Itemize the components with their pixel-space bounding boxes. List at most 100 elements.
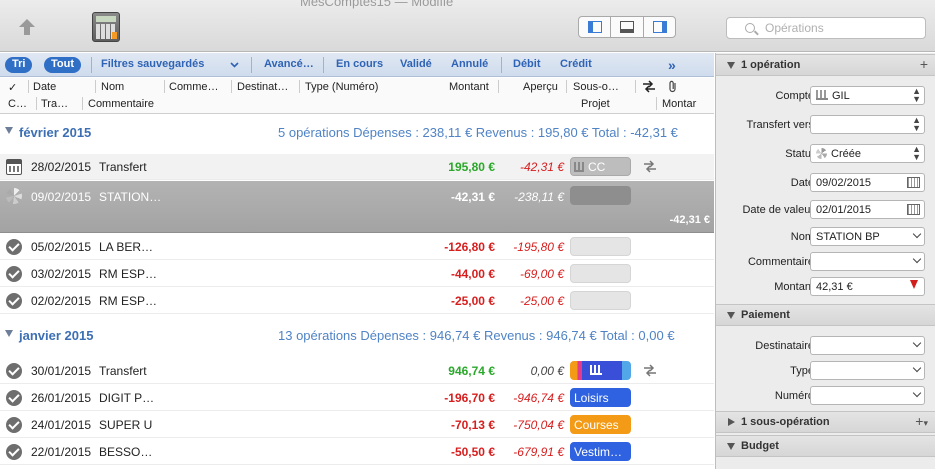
filter-debit[interactable]: Débit (513, 58, 541, 70)
chevron-down-icon[interactable] (230, 62, 239, 68)
up-down-arrows-icon: ▲ ▼ (912, 115, 921, 133)
chevron-down-icon[interactable] (912, 338, 922, 348)
chevron-down-icon[interactable] (912, 363, 922, 373)
bottom-panel-toggle[interactable] (611, 17, 644, 37)
category-badge[interactable]: CC (570, 157, 631, 176)
col-montant[interactable]: Montant (449, 81, 489, 93)
panel-bottom-icon (620, 21, 635, 33)
tri-button[interactable]: Tri (5, 57, 33, 73)
filter-credit[interactable]: Crédit (560, 58, 592, 70)
category-badge[interactable]: Courses (570, 415, 631, 434)
montant-field[interactable]: 42,31 € (810, 277, 925, 296)
filter-valide[interactable]: Validé (400, 58, 432, 70)
filter-annule[interactable]: Annulé (451, 58, 488, 70)
disclosure-triangle-icon[interactable] (728, 418, 735, 426)
right-panel-toggle[interactable] (644, 17, 675, 37)
disclosure-triangle-icon[interactable] (5, 127, 13, 134)
category-badge[interactable] (570, 237, 631, 256)
up-down-arrows-icon: ▲ ▼ (912, 144, 921, 162)
col-date[interactable]: Date (33, 81, 56, 93)
category-badge[interactable]: Vestim… (570, 442, 631, 461)
destinataire-combobox[interactable] (810, 336, 925, 355)
section-sous-operation-header[interactable]: 1 sous-opération +▾ (716, 411, 935, 433)
chevron-down-icon[interactable] (912, 229, 922, 239)
transfert-vers-select[interactable]: ▲ ▼ (810, 115, 925, 134)
calendar-icon[interactable] (907, 204, 920, 215)
status-validated-icon (6, 239, 22, 255)
table-row[interactable]: 05/02/2015 LA BER… -126,80 € -195,80 € (0, 234, 714, 260)
inspector-panel: 1 opération + Compte GIL ▲ ▼ Transfert ve… (715, 53, 935, 469)
col-transfert[interactable]: Tra… (41, 98, 68, 110)
group-header-janvier[interactable]: janvier 2015 13 opérations Dépenses : 94… (0, 318, 714, 354)
advanced-filter-button[interactable]: Avancé… (264, 58, 314, 70)
saved-filters-menu[interactable]: Filtres sauvegardés (101, 58, 204, 70)
status-validated-icon (6, 363, 22, 379)
category-badge[interactable] (570, 291, 631, 310)
calculator-icon[interactable] (92, 12, 120, 42)
arrow-up-icon[interactable] (18, 18, 36, 36)
col-apercu[interactable]: Aperçu (523, 81, 558, 93)
col-commentaire[interactable]: Commentaire (88, 98, 154, 110)
add-menu-icon[interactable]: +▾ (915, 413, 928, 429)
table-row[interactable]: 26/01/2015 DIGIT P… -196,70 € -946,74 € … (0, 385, 714, 411)
bank-icon (574, 162, 584, 172)
category-multi-badge[interactable] (570, 361, 631, 380)
col-nom[interactable]: Nom (101, 81, 124, 93)
up-down-arrows-icon: ▲ ▼ (912, 86, 921, 104)
sidebar-right-icon (652, 21, 667, 33)
chevron-down-icon[interactable] (912, 388, 922, 398)
transfer-arrows-icon[interactable] (641, 80, 657, 93)
operations-list[interactable]: février 2015 5 opérations Dépenses : 238… (0, 115, 714, 469)
table-row[interactable]: 02/02/2015 RM ESP… -25,00 € -25,00 € (0, 288, 714, 314)
col-projet[interactable]: Projet (581, 98, 610, 110)
table-row[interactable]: 03/02/2015 RM ESP… -44,00 € -69,00 € (0, 261, 714, 287)
table-row-selected[interactable]: 09/02/2015 STATION… -42,31 € -238,11 € -… (0, 181, 714, 233)
category-badge[interactable] (570, 264, 631, 283)
calendar-icon[interactable] (907, 177, 920, 188)
disclosure-triangle-icon[interactable] (727, 62, 735, 69)
compte-select[interactable]: GIL ▲ ▼ (810, 86, 925, 105)
table-row[interactable]: 28/02/2015 Transfert 195,80 € -42,31 € C… (0, 154, 714, 180)
commentaire-combobox[interactable] (810, 252, 925, 271)
debit-arrow-icon[interactable] (910, 280, 918, 289)
table-row[interactable]: 24/01/2015 SUPER U -70,13 € -750,04 € Co… (0, 412, 714, 438)
more-filters-icon[interactable]: » (668, 57, 676, 73)
nom-combobox[interactable]: STATION BP (810, 227, 925, 246)
status-validated-icon (6, 293, 22, 309)
col-comment[interactable]: Comme… (169, 81, 219, 93)
chevron-down-icon[interactable] (912, 254, 922, 264)
section-paiement-header[interactable]: Paiement (716, 304, 935, 326)
disclosure-triangle-icon[interactable] (5, 330, 13, 337)
numero-combobox[interactable] (810, 386, 925, 405)
table-row[interactable]: 22/01/2015 BESSO… -50,50 € -679,91 € Ves… (0, 439, 714, 465)
left-panel-toggle[interactable] (579, 17, 612, 37)
col-type[interactable]: Type (Numéro) (305, 81, 378, 93)
statut-select[interactable]: Créée ▲ ▼ (810, 144, 925, 163)
col-check[interactable]: ✓ (8, 81, 17, 94)
search-input[interactable]: Opérations (726, 17, 926, 39)
filter-en-cours[interactable]: En cours (336, 58, 383, 70)
col-destinataire[interactable]: Destinat… (237, 81, 288, 93)
table-row[interactable]: 30/01/2015 Transfert 946,74 € 0,00 € (0, 358, 714, 384)
section-operation-header[interactable]: 1 opération + (716, 54, 935, 76)
status-validated-icon (6, 390, 22, 406)
add-icon[interactable]: + (920, 56, 928, 72)
date-valeur-field[interactable]: 02/01/2015 (810, 200, 925, 219)
col-c[interactable]: C… (8, 98, 27, 110)
type-combobox[interactable] (810, 361, 925, 380)
date-field[interactable]: 09/02/2015 (810, 173, 925, 192)
group-header-fevrier[interactable]: février 2015 5 opérations Dépenses : 238… (0, 115, 714, 151)
category-badge[interactable] (570, 186, 631, 205)
col-sous-operations[interactable]: Sous-o… (573, 81, 619, 93)
view-mode-segmented-control[interactable] (578, 16, 676, 38)
col-montant-projet[interactable]: Montar (662, 98, 696, 110)
scheduled-calendar-icon (6, 159, 22, 175)
status-validated-icon (6, 444, 22, 460)
sidebar-left-icon (588, 21, 602, 33)
disclosure-triangle-icon[interactable] (727, 443, 735, 450)
tout-button[interactable]: Tout (44, 57, 82, 73)
paperclip-icon[interactable] (668, 80, 678, 93)
disclosure-triangle-icon[interactable] (727, 312, 735, 319)
category-badge[interactable]: Loisirs (570, 388, 631, 407)
section-budget-header[interactable]: Budget (716, 435, 935, 457)
